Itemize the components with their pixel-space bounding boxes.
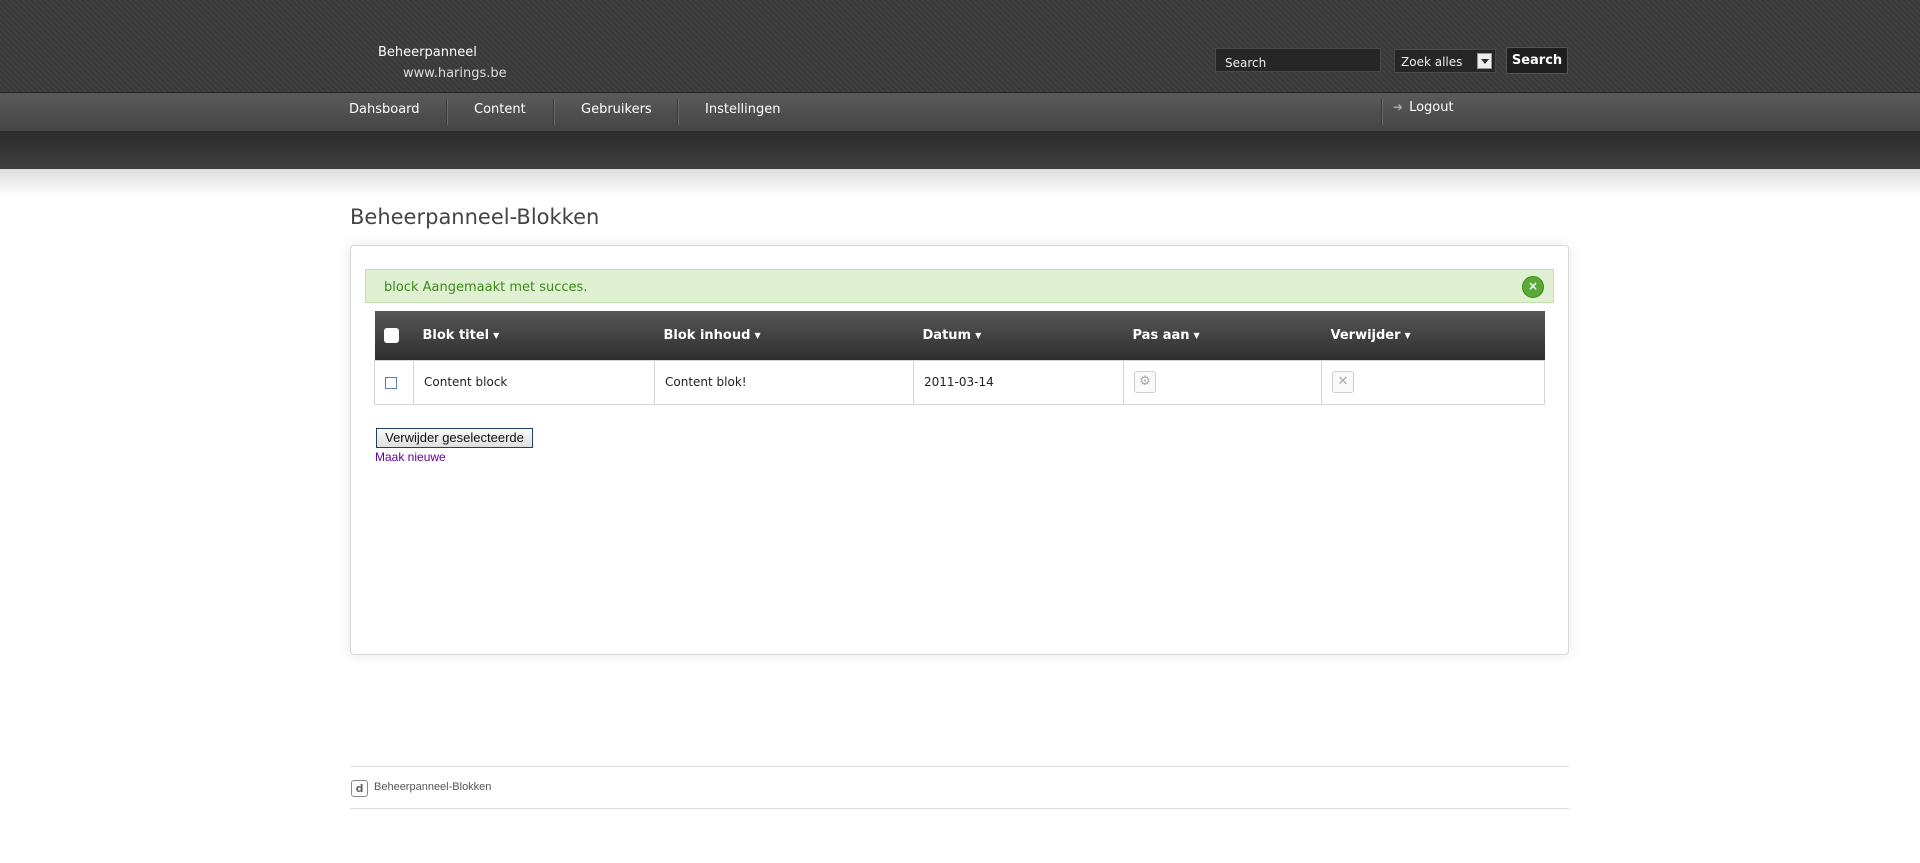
notice-text: block Aangemaakt met succes. [384, 280, 588, 295]
footer-text: Beheerpanneel-Blokken [374, 781, 492, 793]
brand-title: Beheerpanneel [378, 45, 477, 60]
cell-edit: ⚙ [1123, 359, 1322, 405]
success-notice: block Aangemaakt met succes. [365, 269, 1554, 303]
column-header-title[interactable]: Blok titel ▼ [414, 311, 655, 360]
logo-icon: d [351, 780, 368, 797]
row-checkbox[interactable] [385, 376, 397, 389]
nav-item-users[interactable]: Gebruikers [581, 102, 652, 117]
footer-divider [350, 808, 1569, 809]
close-icon[interactable]: × [1522, 276, 1544, 298]
nav-item-settings[interactable]: Instellingen [705, 102, 781, 117]
header [0, 0, 1920, 92]
nav-divider [1381, 99, 1383, 125]
footer-divider [350, 766, 1569, 767]
sub-nav-bar [0, 131, 1920, 169]
nav-item-content[interactable]: Content [474, 102, 526, 117]
cell-delete: ✕ [1321, 359, 1545, 405]
cell-date: 2011-03-14 [913, 359, 1124, 405]
table-row: Content block Content blok! 2011-03-14 ⚙… [374, 359, 1545, 405]
sort-arrow-icon: ▼ [1404, 330, 1411, 340]
row-select-cell [374, 359, 414, 405]
brand-url: www.harings.be [403, 66, 507, 81]
arrow-right-icon: ➜ [1393, 100, 1404, 114]
search-scope-value: Zoek alles [1401, 55, 1463, 69]
sort-arrow-icon: ▼ [975, 330, 982, 340]
content-panel [350, 245, 1569, 655]
search-input[interactable] [1215, 48, 1381, 72]
table-header-row: Blok titel ▼ Blok inhoud ▼ Datum ▼ Pas aan ▼… [374, 311, 1545, 360]
select-all-checkbox[interactable] [383, 327, 399, 343]
nav-item-dashboard[interactable]: Dahsboard [349, 102, 420, 117]
gear-icon[interactable]: ⚙ [1134, 371, 1156, 393]
search-button[interactable]: Search [1506, 47, 1568, 74]
delete-selected-button[interactable]: Verwijder geselecteerde [376, 428, 533, 448]
main-nav-bar [0, 92, 1920, 132]
blocks-table: Blok titel ▼ Blok inhoud ▼ Datum ▼ Pas aan ▼… [374, 311, 1545, 405]
select-all-cell [375, 311, 414, 360]
cell-content: Content blok! [654, 359, 914, 405]
sort-arrow-icon: ▼ [1193, 330, 1200, 340]
make-new-link[interactable]: Maak nieuwe [375, 450, 446, 464]
header-shadow [0, 169, 1920, 197]
close-icon[interactable]: ✕ [1332, 371, 1354, 393]
chevron-down-icon[interactable] [1477, 53, 1492, 69]
column-header-content[interactable]: Blok inhoud ▼ [655, 311, 914, 360]
page-title: Beheerpanneel-Blokken [350, 205, 600, 229]
sort-arrow-icon: ▼ [754, 330, 761, 340]
column-header-edit[interactable]: Pas aan ▼ [1124, 311, 1322, 360]
logout-label: Logout [1409, 100, 1454, 115]
column-header-delete[interactable]: Verwijder ▼ [1322, 311, 1545, 360]
search-scope-select[interactable]: Zoek alles [1394, 49, 1496, 73]
nav-divider [677, 99, 679, 125]
nav-divider [553, 99, 555, 125]
sort-arrow-icon: ▼ [493, 330, 500, 340]
column-header-date[interactable]: Datum ▼ [914, 311, 1124, 360]
cell-title: Content block [413, 359, 655, 405]
nav-divider [446, 99, 448, 125]
logout-link[interactable]: ➜ Logout [1393, 100, 1454, 115]
